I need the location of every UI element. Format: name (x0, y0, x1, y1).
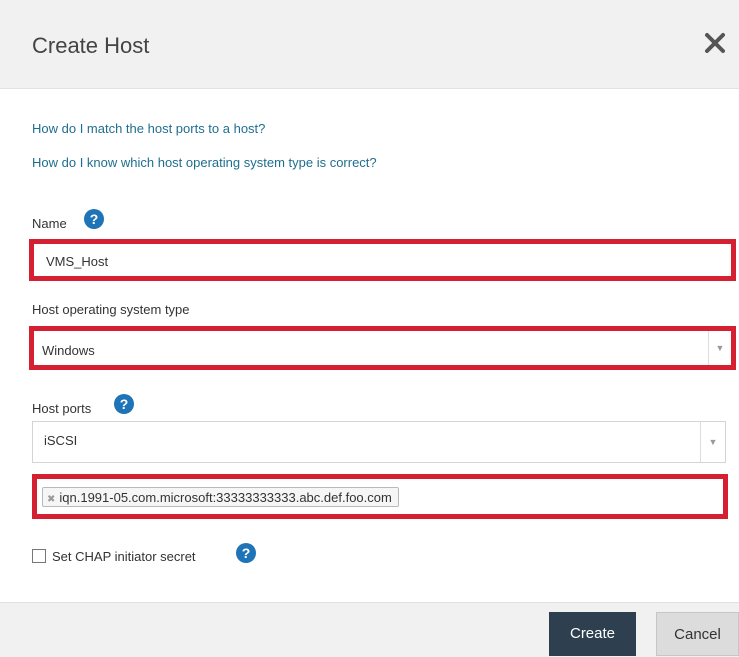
os-type-value: Windows (42, 343, 95, 358)
protocol-select[interactable]: iSCSI ▼ (32, 421, 726, 463)
host-ports-label: Host ports (32, 401, 92, 416)
name-input[interactable] (46, 254, 706, 269)
host-ports-help-icon[interactable]: ? (114, 394, 134, 414)
chap-help-icon[interactable]: ? (236, 543, 256, 563)
chevron-down-icon[interactable]: ▼ (708, 331, 731, 365)
dialog-title: Create Host (32, 33, 150, 58)
os-type-select[interactable]: Windows ▼ (29, 326, 736, 370)
chevron-down-icon[interactable]: ▼ (700, 422, 725, 462)
create-button[interactable]: Create (549, 612, 636, 656)
name-help-icon[interactable]: ? (84, 209, 104, 229)
chap-checkbox[interactable] (32, 549, 46, 563)
dialog-header: Create Host (0, 0, 739, 89)
help-link-match-ports[interactable]: How do I match the host ports to a host? (32, 121, 265, 136)
name-label: Name (32, 216, 67, 231)
name-input-box[interactable] (29, 239, 736, 281)
cancel-button[interactable]: Cancel (656, 612, 739, 656)
chap-label: Set CHAP initiator secret (52, 549, 196, 564)
os-type-label: Host operating system type (32, 302, 190, 317)
protocol-value: iSCSI (44, 433, 78, 448)
remove-tag-icon[interactable]: ✖ (47, 494, 55, 505)
close-icon[interactable] (700, 28, 730, 58)
port-tag: ✖ iqn.1991-05.com.microsoft:33333333333.a… (42, 487, 399, 507)
help-link-os-type[interactable]: How do I know which host operating syste… (32, 155, 377, 170)
port-tag-label: iqn.1991-05.com.microsoft:33333333333.ab… (59, 490, 392, 505)
